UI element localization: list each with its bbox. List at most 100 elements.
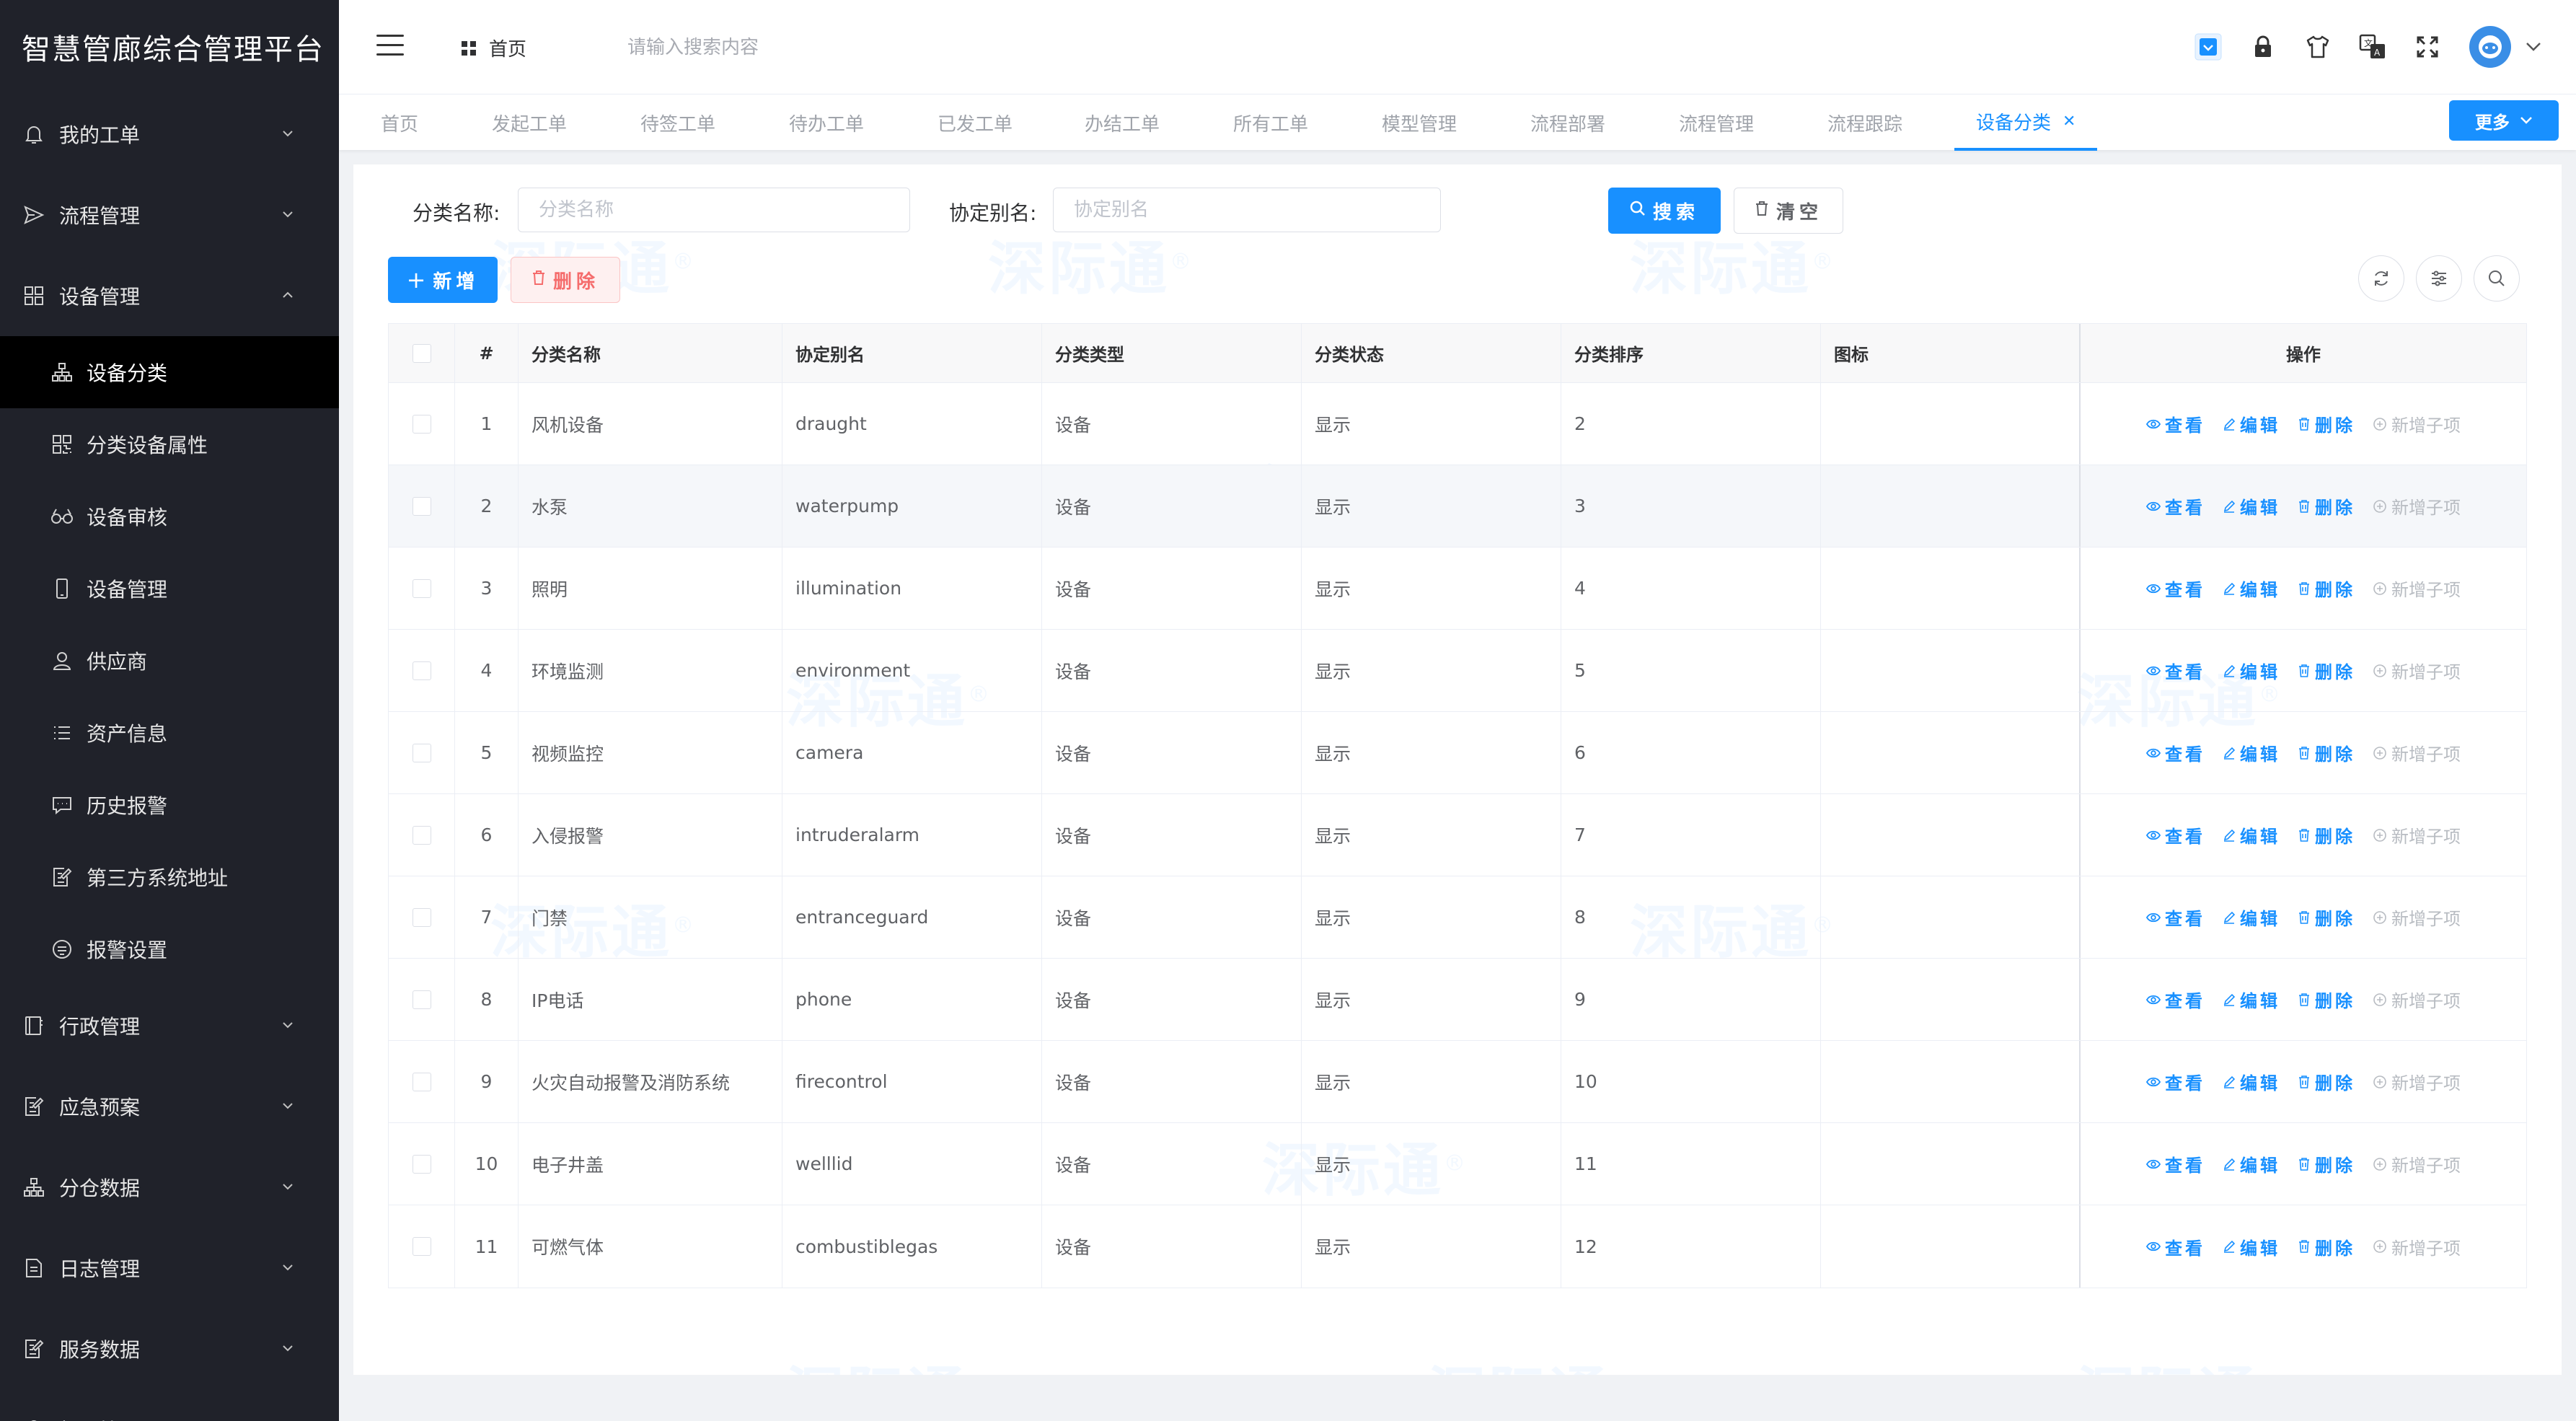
view-button[interactable]: 查看 (2146, 905, 2205, 930)
add-child-button[interactable]: 新增子项 (2373, 658, 2461, 683)
tab-item[interactable]: 流程管理 (1679, 94, 1754, 151)
dropdown-box-icon[interactable] (2188, 27, 2228, 67)
add-child-button[interactable]: 新增子项 (2373, 987, 2461, 1012)
edit-button[interactable]: 编辑 (2223, 1151, 2280, 1176)
close-icon[interactable]: ✕ (2063, 113, 2076, 131)
row-checkbox[interactable] (389, 1123, 455, 1205)
sidebar-subitem[interactable]: 第三方系统地址 (0, 841, 339, 913)
lock-icon[interactable] (2243, 27, 2283, 67)
tab-item[interactable]: 待签工单 (640, 94, 715, 151)
tab-item[interactable]: 模型管理 (1382, 94, 1457, 151)
row-delete-button[interactable]: 删除 (2298, 740, 2355, 765)
view-button[interactable]: 查看 (2146, 987, 2205, 1012)
tab-item[interactable]: 发起工单 (492, 94, 567, 151)
view-button[interactable]: 查看 (2146, 1151, 2205, 1176)
add-child-button[interactable]: 新增子项 (2373, 1069, 2461, 1094)
edit-button[interactable]: 编辑 (2223, 987, 2280, 1012)
refresh-icon[interactable] (2358, 255, 2404, 302)
tab-item[interactable]: 首页 (381, 94, 418, 151)
tab-item[interactable]: 所有工单 (1233, 94, 1308, 151)
edit-button[interactable]: 编辑 (2223, 1069, 2280, 1094)
sidebar-item[interactable]: 行政管理 (0, 985, 339, 1066)
add-button[interactable]: + 新增 (388, 257, 498, 303)
clear-button[interactable]: 清空 (1734, 188, 1843, 234)
chevron-down-icon[interactable] (2523, 27, 2544, 67)
row-checkbox[interactable] (389, 1041, 455, 1122)
tab-item[interactable]: 办结工单 (1085, 94, 1160, 151)
category-name-input[interactable] (518, 188, 910, 232)
row-checkbox[interactable] (389, 959, 455, 1040)
row-delete-button[interactable]: 删除 (2298, 658, 2355, 683)
alias-input[interactable] (1053, 188, 1441, 232)
row-checkbox[interactable] (389, 547, 455, 629)
fullscreen-icon[interactable] (2407, 27, 2448, 67)
sidebar-item[interactable]: 权限管理 (0, 1389, 339, 1421)
sidebar-subitem[interactable]: 供应商 (0, 625, 339, 697)
view-button[interactable]: 查看 (2146, 493, 2205, 519)
add-child-button[interactable]: 新增子项 (2373, 740, 2461, 765)
row-delete-button[interactable]: 删除 (2298, 987, 2355, 1012)
edit-button[interactable]: 编辑 (2223, 658, 2280, 683)
menu-toggle-icon[interactable] (376, 35, 404, 56)
edit-button[interactable]: 编辑 (2223, 493, 2280, 519)
row-checkbox[interactable] (389, 712, 455, 793)
add-child-button[interactable]: 新增子项 (2373, 1234, 2461, 1259)
row-delete-button[interactable]: 删除 (2298, 493, 2355, 519)
delete-button[interactable]: 删除 (511, 257, 620, 303)
tab-item[interactable]: 待办工单 (789, 94, 864, 151)
row-checkbox[interactable] (389, 794, 455, 876)
edit-button[interactable]: 编辑 (2223, 740, 2280, 765)
edit-button[interactable]: 编辑 (2223, 1234, 2280, 1259)
columns-settings-icon[interactable] (2416, 255, 2462, 302)
edit-button[interactable]: 编辑 (2223, 576, 2280, 601)
sidebar-item[interactable]: 日志管理 (0, 1228, 339, 1308)
view-button[interactable]: 查看 (2146, 740, 2205, 765)
add-child-button[interactable]: 新增子项 (2373, 1151, 2461, 1176)
more-tabs-button[interactable]: 更多 (2449, 100, 2559, 141)
row-delete-button[interactable]: 删除 (2298, 411, 2355, 436)
row-delete-button[interactable]: 删除 (2298, 1151, 2355, 1176)
header-search-input[interactable] (627, 32, 916, 63)
row-checkbox[interactable] (389, 876, 455, 958)
edit-button[interactable]: 编辑 (2223, 905, 2280, 930)
add-child-button[interactable]: 新增子项 (2373, 905, 2461, 930)
select-all-checkbox[interactable] (389, 324, 455, 382)
breadcrumb[interactable]: 首页 (462, 35, 526, 61)
tab-item[interactable]: 流程部署 (1530, 94, 1605, 151)
add-child-button[interactable]: 新增子项 (2373, 411, 2461, 436)
row-delete-button[interactable]: 删除 (2298, 576, 2355, 601)
edit-button[interactable]: 编辑 (2223, 822, 2280, 848)
row-delete-button[interactable]: 删除 (2298, 822, 2355, 848)
sidebar-item[interactable]: 设备管理 (0, 255, 339, 336)
theme-shirt-icon[interactable] (2298, 27, 2338, 67)
sidebar-subitem[interactable]: 历史报警 (0, 769, 339, 841)
sidebar-subitem[interactable]: 分类设备属性 (0, 408, 339, 480)
row-checkbox[interactable] (389, 383, 455, 465)
row-delete-button[interactable]: 删除 (2298, 1069, 2355, 1094)
row-delete-button[interactable]: 删除 (2298, 905, 2355, 930)
add-child-button[interactable]: 新增子项 (2373, 822, 2461, 848)
row-delete-button[interactable]: 删除 (2298, 1234, 2355, 1259)
view-button[interactable]: 查看 (2146, 576, 2205, 601)
view-button[interactable]: 查看 (2146, 658, 2205, 683)
sidebar-subitem[interactable]: 设备审核 (0, 480, 339, 553)
view-button[interactable]: 查看 (2146, 1069, 2205, 1094)
sidebar-subitem[interactable]: 资产信息 (0, 697, 339, 769)
add-child-button[interactable]: 新增子项 (2373, 576, 2461, 601)
translate-icon[interactable]: 文A (2352, 27, 2393, 67)
sidebar-item[interactable]: 我的工单 (0, 94, 339, 175)
edit-button[interactable]: 编辑 (2223, 411, 2280, 436)
sidebar-item[interactable]: 应急预案 (0, 1066, 339, 1147)
search-button[interactable]: 搜索 (1608, 188, 1721, 234)
add-child-button[interactable]: 新增子项 (2373, 493, 2461, 519)
view-button[interactable]: 查看 (2146, 411, 2205, 436)
tab-item[interactable]: 流程跟踪 (1827, 94, 1902, 151)
view-button[interactable]: 查看 (2146, 822, 2205, 848)
row-checkbox[interactable] (389, 1205, 455, 1288)
row-checkbox[interactable] (389, 465, 455, 547)
sidebar-subitem[interactable]: 设备分类 (0, 336, 339, 408)
sidebar-item[interactable]: 分仓数据 (0, 1147, 339, 1228)
user-avatar[interactable] (2469, 26, 2511, 68)
sidebar-item[interactable]: 服务数据 (0, 1308, 339, 1389)
sidebar-item[interactable]: 流程管理 (0, 175, 339, 255)
